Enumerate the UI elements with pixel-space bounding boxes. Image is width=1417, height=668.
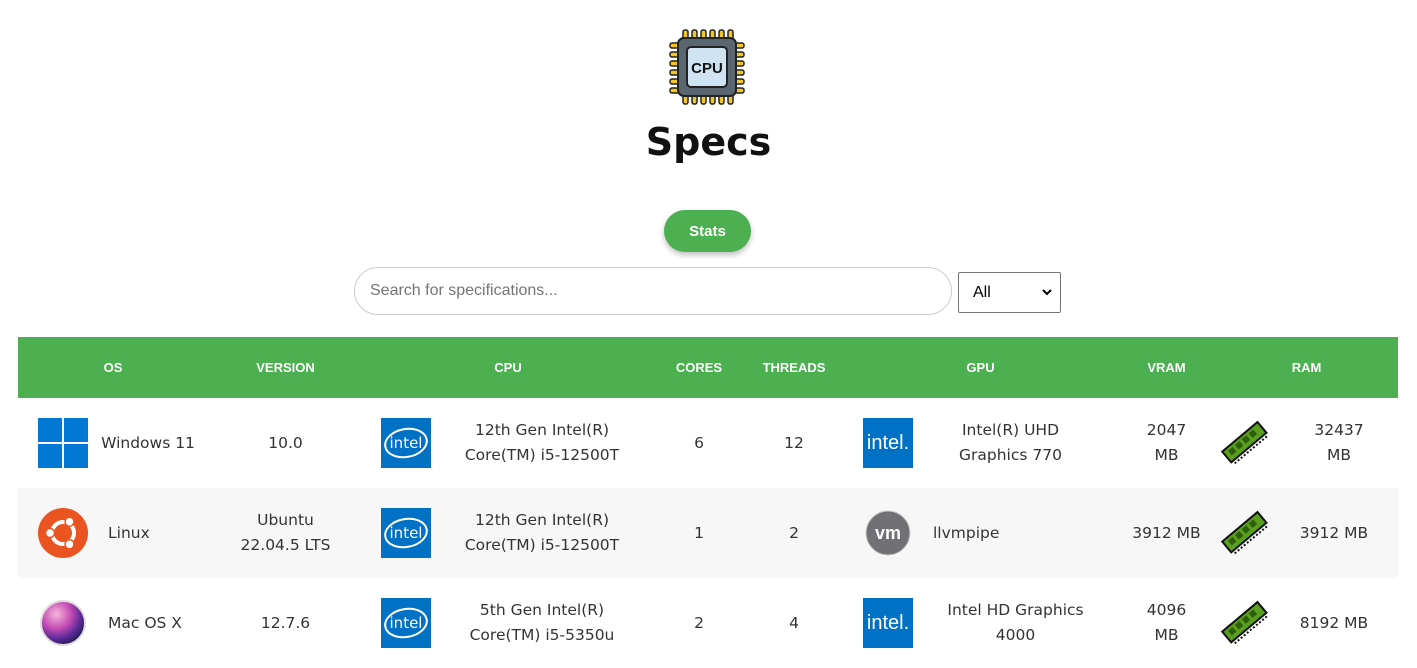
- cpu-cell: intel 5th Gen Intel(R) Core(TM) i5-5350u: [363, 578, 653, 668]
- vram-cell: 2047 MB: [1118, 398, 1215, 488]
- ram-cell: 3912 MB: [1215, 488, 1398, 578]
- os-cell: Windows 11: [18, 398, 208, 488]
- gpu-name: Intel HD Graphics 4000: [947, 601, 1084, 644]
- table-row: Linux Ubuntu 22.04.5 LTS intel 12th Gen …: [18, 488, 1398, 578]
- filter-selected-value: All: [973, 283, 991, 301]
- ram-value: 3912 MB: [1299, 523, 1369, 542]
- gpu-cell: vm llvmpipe: [843, 488, 1118, 578]
- svg-text:intel: intel: [390, 524, 423, 542]
- vram-cell: 3912 MB: [1118, 488, 1215, 578]
- vmware-logo-icon: vm: [863, 508, 913, 558]
- col-header-threads[interactable]: THREADS: [745, 337, 843, 398]
- os-name: Windows 11: [101, 433, 195, 452]
- svg-text:intel: intel: [390, 434, 423, 452]
- gpu-name: llvmpipe: [933, 523, 1000, 542]
- ram-module-icon: [1220, 508, 1270, 558]
- ram-module-icon: [1220, 598, 1270, 648]
- col-header-ram[interactable]: RAM: [1215, 337, 1398, 398]
- ram-value: 8192 MB: [1299, 613, 1369, 632]
- col-header-version[interactable]: VERSION: [208, 337, 363, 398]
- cores-cell: 2: [694, 613, 704, 632]
- ubuntu-logo-icon: [38, 508, 88, 558]
- svg-text:intel.: intel.: [867, 612, 909, 634]
- chevron-down-icon: [1042, 287, 1052, 299]
- col-header-cpu[interactable]: CPU: [363, 337, 653, 398]
- specs-table: OS VERSION CPU CORES THREADS GPU VRAM RA…: [18, 337, 1398, 668]
- version-cell: 10.0: [268, 433, 303, 452]
- search-input[interactable]: [354, 267, 952, 315]
- table-header-row: OS VERSION CPU CORES THREADS GPU VRAM RA…: [18, 337, 1398, 398]
- vram-value: 4096 MB: [1146, 601, 1187, 644]
- cpu-cell: intel 12th Gen Intel(R) Core(TM) i5-1250…: [363, 488, 653, 578]
- threads-cell: 4: [789, 613, 799, 632]
- svg-text:CPU: CPU: [691, 60, 723, 77]
- os-cell: Linux: [18, 488, 208, 578]
- cpu-name: 12th Gen Intel(R) Core(TM) i5-12500T: [464, 511, 620, 554]
- col-header-os[interactable]: OS: [18, 337, 208, 398]
- ram-module-icon: [1220, 418, 1270, 468]
- os-cell: Mac OS X: [18, 578, 208, 668]
- intel-logo-icon: intel: [381, 598, 431, 648]
- intel-logo-icon: intel: [381, 508, 431, 558]
- os-name: Mac OS X: [108, 613, 182, 632]
- os-name: Linux: [108, 523, 150, 542]
- col-header-vram[interactable]: VRAM: [1118, 337, 1215, 398]
- ram-cell: 32437 MB: [1215, 398, 1398, 488]
- svg-text:vm: vm: [875, 523, 901, 543]
- filter-select[interactable]: All: [958, 272, 1061, 313]
- vram-cell: 4096 MB: [1118, 578, 1215, 668]
- cpu-name: 12th Gen Intel(R) Core(TM) i5-12500T: [464, 421, 620, 464]
- cpu-logo-icon: CPU: [667, 27, 747, 107]
- cores-cell: 6: [694, 433, 704, 452]
- windows-logo-icon: [38, 418, 88, 468]
- cpu-cell: intel 12th Gen Intel(R) Core(TM) i5-1250…: [363, 398, 653, 488]
- macos-logo-icon: [38, 598, 88, 648]
- col-header-cores[interactable]: CORES: [653, 337, 745, 398]
- stats-button[interactable]: Stats: [664, 210, 751, 252]
- vram-value: 2047 MB: [1146, 421, 1187, 464]
- gpu-cell: intel. Intel(R) UHD Graphics 770: [843, 398, 1118, 488]
- gpu-cell: intel. Intel HD Graphics 4000: [843, 578, 1118, 668]
- cores-cell: 1: [653, 488, 745, 578]
- ram-cell: 8192 MB: [1215, 578, 1398, 668]
- threads-cell: 12: [784, 433, 804, 452]
- intel-logo-icon: intel.: [863, 418, 913, 468]
- page-title: Specs: [645, 120, 772, 164]
- col-header-gpu[interactable]: GPU: [843, 337, 1118, 398]
- svg-text:intel: intel: [390, 614, 423, 632]
- version-cell: Ubuntu 22.04.5 LTS: [208, 488, 363, 578]
- cpu-name: 5th Gen Intel(R) Core(TM) i5-5350u: [469, 601, 615, 644]
- table-row: Mac OS X 12.7.6 intel 5th Gen Intel(R) C…: [18, 578, 1398, 668]
- svg-text:intel.: intel.: [867, 432, 909, 454]
- table-row: Windows 11 10.0 intel 12th Gen Intel(R) …: [18, 398, 1398, 488]
- version-cell: 12.7.6: [260, 613, 311, 632]
- gpu-name: Intel(R) UHD Graphics 770: [959, 421, 1062, 464]
- ram-value: 32437 MB: [1314, 421, 1364, 464]
- threads-cell: 2: [745, 488, 843, 578]
- intel-logo-icon: intel.: [863, 598, 913, 648]
- intel-logo-icon: intel: [381, 418, 431, 468]
- version-value: Ubuntu 22.04.5 LTS: [240, 511, 331, 554]
